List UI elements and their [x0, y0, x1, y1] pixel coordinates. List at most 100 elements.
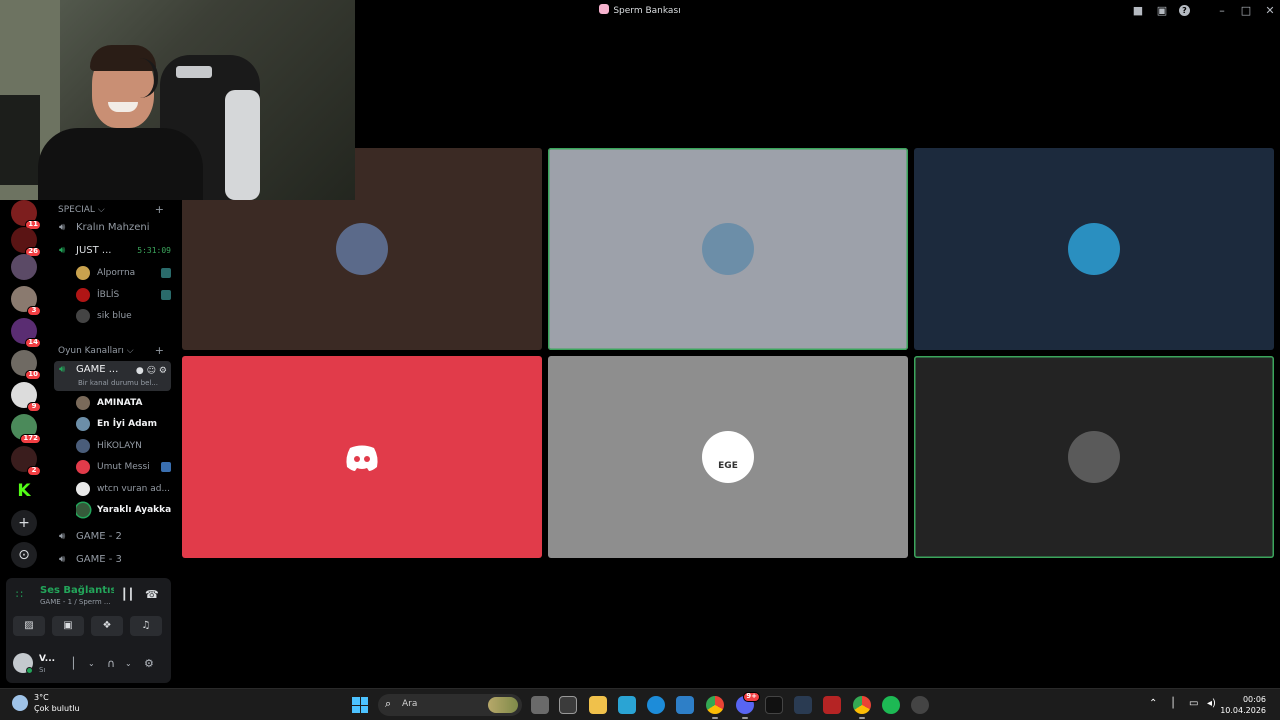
server-icon-kick[interactable]: K: [11, 478, 37, 504]
channel-label: GAME - 3: [76, 554, 122, 565]
participant-tile[interactable]: EGE: [548, 356, 908, 558]
user-name: İBLİS: [97, 290, 120, 300]
participant-tile[interactable]: [548, 148, 908, 350]
soundboard-button[interactable]: ♫: [130, 616, 162, 636]
bookmark-icon[interactable]: ■: [1131, 4, 1145, 18]
channel-label: GAME ...: [76, 364, 119, 375]
server-icon-5[interactable]: 14: [11, 318, 41, 348]
spotify-icon[interactable]: [882, 696, 900, 714]
unread-badge: 9+: [743, 692, 760, 702]
file-explorer-icon[interactable]: [589, 696, 607, 714]
volume-icon[interactable]: ◂): [1207, 698, 1216, 709]
server-icon-7[interactable]: 9: [11, 382, 41, 412]
notepad-icon[interactable]: [618, 696, 636, 714]
chevron-down-icon[interactable]: ⌄: [125, 659, 132, 668]
microphone-tray-icon[interactable]: │: [1170, 698, 1176, 709]
webcam-chair-logo: [176, 66, 212, 78]
add-channel-icon[interactable]: +: [155, 203, 164, 216]
edge-icon[interactable]: [647, 696, 665, 714]
plus-icon[interactable]: +: [11, 510, 37, 536]
voice-channel-game1[interactable]: 🔊︎ GAME ... ● ☺ ⚙ Bir kanal durumu bel...: [54, 361, 171, 391]
steam-icon[interactable]: [794, 696, 812, 714]
close-button[interactable]: ✕: [1260, 3, 1280, 19]
participant-tile[interactable]: [914, 356, 1274, 558]
app-icon-red[interactable]: [823, 696, 841, 714]
voice-channel-kralin[interactable]: 🔊︎ Kralın Mahzeni: [54, 218, 171, 238]
store-icon[interactable]: [559, 696, 577, 714]
current-user-name[interactable]: V...: [39, 654, 55, 664]
voice-user[interactable]: AMINATA: [76, 393, 171, 413]
category-special[interactable]: SPECIAL ⌵: [58, 205, 105, 215]
server-icon-4[interactable]: 3: [11, 286, 41, 316]
webcam-overlay: [0, 0, 355, 200]
category-oyun[interactable]: Oyun Kanalları ⌵: [58, 346, 134, 356]
voice-user[interactable]: Umut Messi: [76, 457, 171, 477]
obs-icon[interactable]: [911, 696, 929, 714]
avatar: [1068, 431, 1120, 483]
channel-label: JUST ...: [76, 245, 112, 256]
taskbar-clock[interactable]: 00:06 10.04.2026: [1220, 694, 1266, 716]
headphones-icon[interactable]: ∩: [107, 657, 115, 670]
server-icon-3[interactable]: [11, 254, 37, 280]
voice-channel-just[interactable]: 🔊︎ JUST ... 5:31:09: [54, 241, 171, 261]
windows-start-icon[interactable]: [352, 697, 368, 713]
camera-button[interactable]: ▨: [13, 616, 45, 636]
voice-channel-game2[interactable]: 🔊︎ GAME - 2: [54, 527, 171, 547]
voice-user[interactable]: HİKOLAYN: [76, 436, 171, 456]
disconnect-icon[interactable]: ☎︎: [145, 588, 159, 601]
server-icon-2[interactable]: 26: [11, 227, 41, 257]
server-rail: 11 26 3 14 10 9 172 2 K + ⊙: [0, 200, 48, 575]
taskbar-search[interactable]: ⌕ Ara: [378, 694, 522, 716]
invite-icon[interactable]: ☺: [147, 366, 156, 376]
task-view-icon[interactable]: [531, 696, 549, 714]
chevron-down-icon: ⌵: [97, 205, 105, 215]
speaker-icon: 🔊︎: [59, 531, 66, 542]
chevron-down-icon[interactable]: ⌄: [88, 659, 95, 668]
chevron-up-icon[interactable]: ⌃: [1149, 698, 1157, 709]
gear-icon[interactable]: ⚙: [144, 657, 154, 670]
noise-suppression-icon[interactable]: ┃┃: [121, 588, 134, 601]
server-icon-6[interactable]: 10: [11, 350, 41, 380]
participant-tile[interactable]: [914, 148, 1274, 350]
maximize-button[interactable]: □: [1236, 3, 1256, 19]
voice-user[interactable]: İBLİS: [76, 285, 171, 305]
voice-user[interactable]: wtcn vuran ad...: [76, 479, 171, 499]
gear-icon[interactable]: ⚙: [159, 366, 167, 376]
inbox-icon[interactable]: ▣: [1155, 4, 1169, 18]
voice-user[interactable]: sik blue: [76, 306, 171, 326]
server-icon-1[interactable]: 11: [11, 200, 41, 230]
user-name: HİKOLAYN: [97, 441, 142, 451]
voice-connected-title[interactable]: Ses Bağlantısı Kuruldu: [40, 585, 114, 596]
mail-icon[interactable]: [676, 696, 694, 714]
microphone-icon[interactable]: │: [70, 657, 77, 670]
help-icon[interactable]: ?: [1179, 5, 1190, 16]
compass-icon[interactable]: ⊙: [11, 542, 37, 568]
activity-icon: [161, 290, 171, 300]
voice-user[interactable]: En İyi Adam: [76, 414, 171, 434]
channel-timer: 5:31:09: [137, 246, 171, 255]
voice-connected-channel[interactable]: GAME - 1 / Sperm ...: [40, 598, 111, 606]
unread-badge: 10: [25, 370, 41, 380]
server-icon-9[interactable]: 2: [11, 446, 41, 476]
channel-status[interactable]: Bir kanal durumu bel...: [78, 378, 158, 388]
screen-share-button[interactable]: ▣: [52, 616, 84, 636]
voice-user[interactable]: Yaraklı Ayakkab: [76, 500, 171, 520]
voice-channel-game3[interactable]: 🔊︎ GAME - 3: [54, 550, 171, 570]
participant-tile[interactable]: [182, 356, 542, 558]
unread-badge: 9: [27, 402, 41, 412]
minimize-button[interactable]: –: [1212, 3, 1232, 19]
speaker-icon: 🔊︎: [59, 222, 66, 233]
chrome-icon[interactable]: [706, 696, 724, 719]
chrome-profile-icon[interactable]: [853, 696, 871, 719]
add-channel-icon[interactable]: +: [155, 344, 164, 357]
avatar-label: EGE: [718, 461, 738, 471]
chat-icon[interactable]: ●: [136, 366, 144, 376]
server-icon-8[interactable]: 172: [11, 414, 41, 444]
discord-taskbar-icon[interactable]: 9+: [736, 692, 760, 719]
voice-connection-panel: ∷ Ses Bağlantısı Kuruldu GAME - 1 / Sper…: [6, 578, 171, 683]
voice-user[interactable]: Alporrna: [76, 263, 171, 283]
kick-logo-glyph: K: [17, 481, 31, 501]
display-icon[interactable]: ▭: [1189, 698, 1198, 709]
app-icon-m[interactable]: [765, 696, 783, 714]
activities-button[interactable]: ❖: [91, 616, 123, 636]
